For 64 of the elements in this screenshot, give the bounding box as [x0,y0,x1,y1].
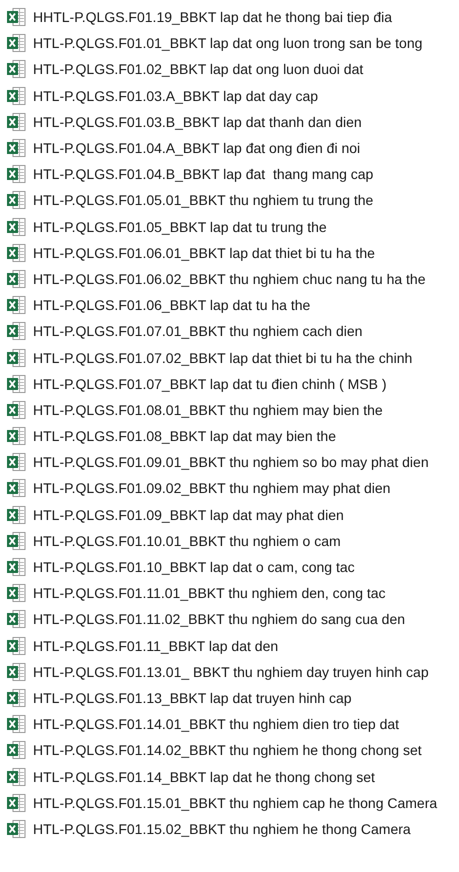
file-name[interactable]: HTL-P.QLGS.F01.14.01_BBKT thu nghiem dien tro tiep dat [33,716,400,732]
spreadsheet-file-icon [6,33,26,54]
file-name[interactable]: HHTL-P.QLGS.F01.19_BBKT lap dat he thong bai tiep đia [33,9,392,26]
file-name[interactable]: HTL-P.QLGS.F01.07.01_BBKT thu nghiem cach dien [33,323,362,340]
spreadsheet-file-icon [6,452,26,472]
file-name[interactable]: HTL-P.QLGS.F01.04.B_BBKT lap đat thang mang cap [33,166,374,182]
file-name[interactable]: HTL-P.QLGS.F01.13.01_ BBKT thu nghiem day truyen hinh cap [33,664,429,680]
file-name[interactable]: HTL-P.QLGS.F01.09.02_BBKT thu nghiem may phat dien [33,480,390,496]
file-name[interactable]: HTL-P.QLGS.F01.03.A_BBKT lap dat day cap [33,88,318,104]
spreadsheet-file-icon [6,112,26,132]
file-name[interactable]: HTL-P.QLGS.F01.14_BBKT lap dat he thong chong set [33,768,375,785]
file-name[interactable]: HTL-P.QLGS.F01.02_BBKT lap dat ong luon duoi dat [33,61,364,78]
spreadsheet-file-icon [6,530,26,551]
file-name[interactable]: HTL-P.QLGS.F01.03.B_BBKT lap dat thanh dan dien [33,114,362,130]
file-name[interactable]: HTL-P.QLGS.F01.06.02_BBKT thu nghiem chuc nang tu ha the [33,270,426,287]
spreadsheet-file-icon [6,740,26,760]
spreadsheet-file-icon [6,295,26,316]
spreadsheet-file-icon [6,86,26,106]
file-name[interactable]: HTL-P.QLGS.F01.04.A_BBKT lap đat ong đien đi noi [33,140,360,156]
file-name[interactable]: HTL-P.QLGS.F01.08.01_BBKT thu nghiem may bien the [33,402,383,418]
file-name[interactable]: HTL-P.QLGS.F01.10.01_BBKT thu nghiem o cam [33,532,341,549]
spreadsheet-file-icon [6,7,26,28]
spreadsheet-file-icon [6,792,26,813]
file-name[interactable]: HTL-P.QLGS.F01.06_BBKT lap dat tu ha the [33,297,310,314]
file-name[interactable]: HTL-P.QLGS.F01.09_BBKT lap dat may phat dien [33,506,344,523]
file-name[interactable]: HTL-P.QLGS.F01.08_BBKT lap dat may bien the [33,428,336,444]
file-name[interactable]: HTL-P.QLGS.F01.09.01_BBKT thu nghiem so bo may phat dien [33,454,429,470]
spreadsheet-file-icon [6,609,26,630]
file-name[interactable]: HTL-P.QLGS.F01.10_BBKT lap dat o cam, cong tac [33,559,355,576]
spreadsheet-file-icon [6,374,26,394]
spreadsheet-file-icon [6,557,26,578]
file-name[interactable]: HTL-P.QLGS.F01.07_BBKT lap dat tu đien chinh ( MSB ) [33,376,387,392]
spreadsheet-file-icon [6,190,26,210]
spreadsheet-file-icon [6,321,26,342]
file-name[interactable]: HTL-P.QLGS.F01.15.02_BBKT thu nghiem he thong Camera [33,820,411,837]
file-name[interactable]: HTL-P.QLGS.F01.07.02_BBKT lap dat thiet bi tu ha the chinh [33,350,412,366]
spreadsheet-file-icon [6,766,26,787]
spreadsheet-file-icon [6,818,26,839]
file-name[interactable]: HTL-P.QLGS.F01.15.01_BBKT thu nghiem cap he thong Camera [33,794,438,811]
spreadsheet-file-icon [6,242,26,263]
spreadsheet-file-icon [6,426,26,446]
file-name[interactable]: HTL-P.QLGS.F01.05.01_BBKT thu nghiem tu trung the [33,192,374,208]
file-name[interactable]: HTL-P.QLGS.F01.11_BBKT lap dat den [33,638,278,654]
file-name[interactable]: HTL-P.QLGS.F01.11.02_BBKT thu nghiem do sang cua den [33,611,406,628]
file-name[interactable]: HTL-P.QLGS.F01.05_BBKT lap dat tu trung the [33,218,327,235]
spreadsheet-file-icon [6,268,26,289]
spreadsheet-file-icon [6,138,26,158]
file-name[interactable]: HTL-P.QLGS.F01.06.01_BBKT lap dat thiet bi tu ha the [33,244,375,261]
file-name[interactable]: HTL-P.QLGS.F01.11.01_BBKT thu nghiem den, cong tac [33,585,386,602]
spreadsheet-file-icon [6,164,26,184]
file-name[interactable]: HTL-P.QLGS.F01.13_BBKT lap dat truyen hinh cap [33,690,352,706]
spreadsheet-file-icon [6,216,26,237]
spreadsheet-file-icon [6,348,26,368]
spreadsheet-file-icon [6,478,26,498]
spreadsheet-file-icon [6,636,26,656]
spreadsheet-file-icon [6,504,26,525]
spreadsheet-file-icon [6,714,26,734]
spreadsheet-file-icon [6,59,26,80]
spreadsheet-file-icon [6,662,26,682]
file-name[interactable]: HTL-P.QLGS.F01.14.02_BBKT thu nghiem he thong chong set [33,742,422,758]
spreadsheet-file-icon [6,583,26,604]
file-name[interactable]: HTL-P.QLGS.F01.01_BBKT lap dat ong luon trong san be tong [33,35,422,52]
spreadsheet-file-icon [6,688,26,708]
spreadsheet-file-icon [6,400,26,420]
